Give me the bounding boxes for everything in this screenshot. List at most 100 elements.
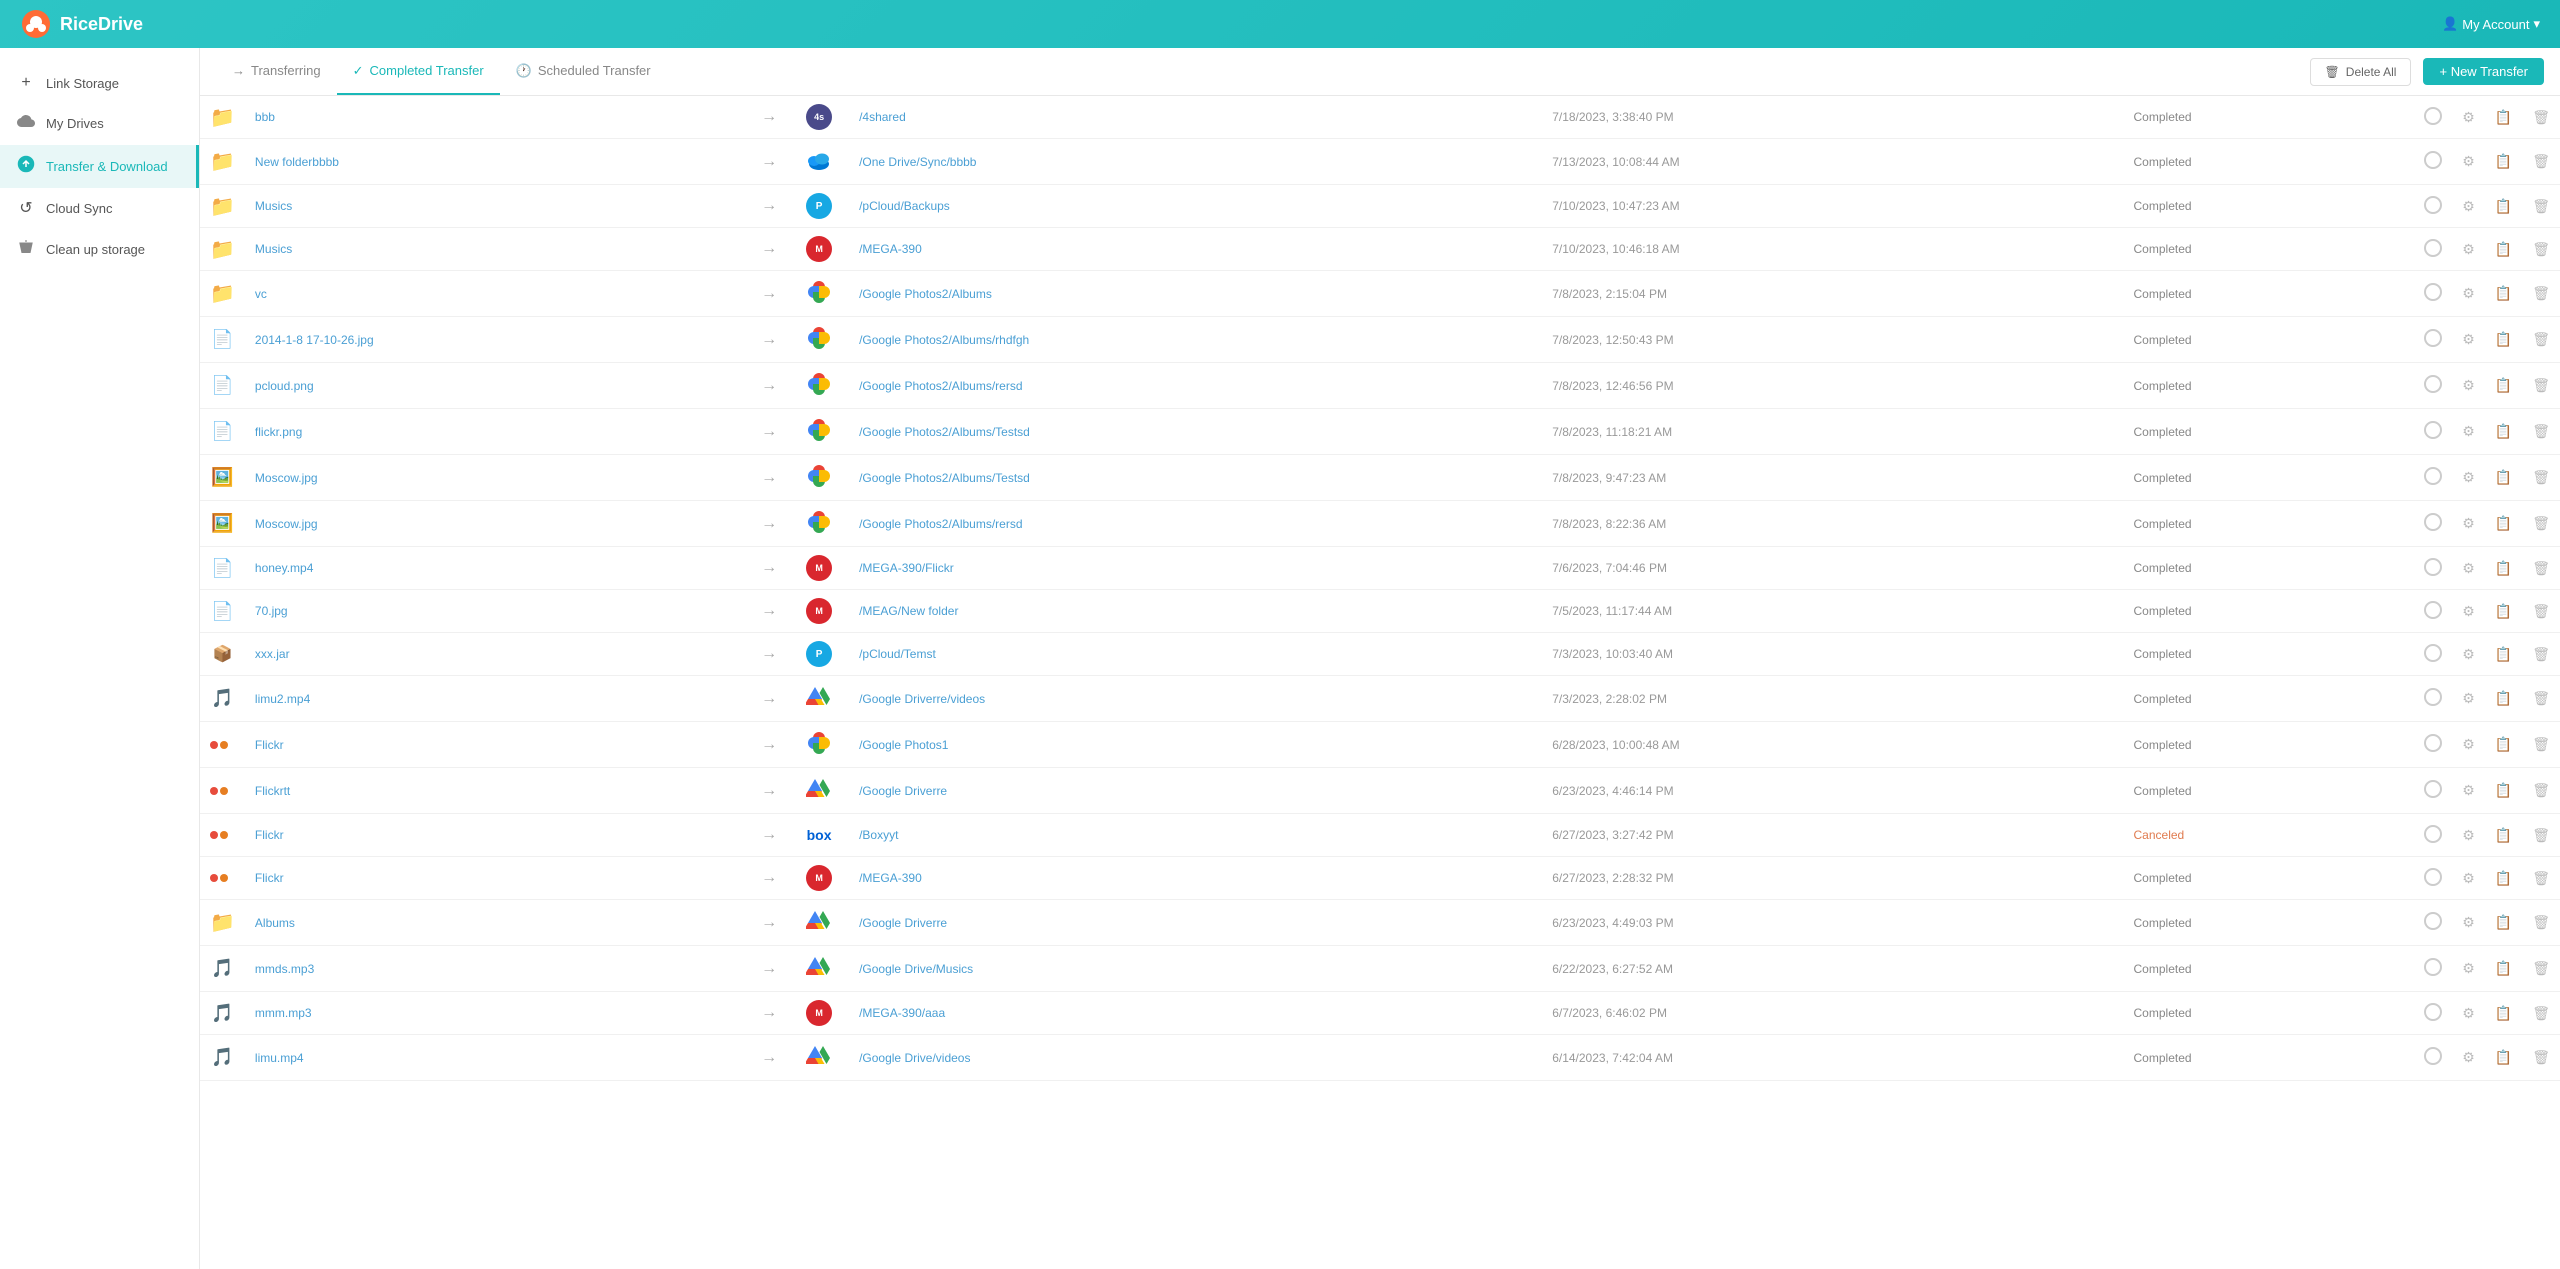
delete-button[interactable]: 🗑 (2522, 992, 2560, 1035)
settings-button[interactable]: ⚙ (2452, 590, 2485, 633)
delete-button[interactable]: 🗑 (2522, 317, 2560, 363)
refresh-button[interactable] (2414, 768, 2452, 814)
tab-completed-transfer[interactable]: ✓ Completed Transfer (337, 48, 500, 95)
report-button[interactable]: 📋 (2485, 946, 2522, 992)
report-button[interactable]: 📋 (2485, 96, 2522, 139)
refresh-button[interactable] (2414, 455, 2452, 501)
settings-button[interactable]: ⚙ (2452, 768, 2485, 814)
report-button[interactable]: 📋 (2485, 317, 2522, 363)
delete-button[interactable]: 🗑 (2522, 363, 2560, 409)
settings-button[interactable]: ⚙ (2452, 228, 2485, 271)
delete-button[interactable]: 🗑 (2522, 857, 2560, 900)
report-button[interactable]: 📋 (2485, 633, 2522, 676)
refresh-button[interactable] (2414, 185, 2452, 228)
tab-scheduled-transfer[interactable]: 🕐 Scheduled Transfer (500, 48, 667, 95)
refresh-button[interactable] (2414, 409, 2452, 455)
report-button[interactable]: 📋 (2485, 139, 2522, 185)
refresh-button[interactable] (2414, 547, 2452, 590)
file-name: Musics (255, 199, 292, 213)
settings-button[interactable]: ⚙ (2452, 1035, 2485, 1081)
delete-button[interactable]: 🗑 (2522, 228, 2560, 271)
tab-transferring[interactable]: → Transferring (216, 48, 337, 95)
refresh-button[interactable] (2414, 992, 2452, 1035)
sidebar-item-link-storage[interactable]: + Link Storage (0, 64, 199, 102)
delete-button[interactable]: 🗑 (2522, 409, 2560, 455)
report-button[interactable]: 📋 (2485, 185, 2522, 228)
settings-button[interactable]: ⚙ (2452, 814, 2485, 857)
sidebar-item-transfer-download[interactable]: Transfer & Download (0, 145, 199, 188)
settings-button[interactable]: ⚙ (2452, 900, 2485, 946)
refresh-button[interactable] (2414, 271, 2452, 317)
settings-button[interactable]: ⚙ (2452, 946, 2485, 992)
delete-button[interactable]: 🗑 (2522, 547, 2560, 590)
delete-button[interactable]: 🗑 (2522, 501, 2560, 547)
delete-all-button[interactable]: 🗑 Delete All (2310, 58, 2412, 86)
refresh-button[interactable] (2414, 722, 2452, 768)
report-button[interactable]: 📋 (2485, 676, 2522, 722)
settings-button[interactable]: ⚙ (2452, 676, 2485, 722)
delete-button[interactable]: 🗑 (2522, 271, 2560, 317)
settings-button[interactable]: ⚙ (2452, 317, 2485, 363)
settings-button[interactable]: ⚙ (2452, 139, 2485, 185)
new-transfer-button[interactable]: + New Transfer (2423, 58, 2544, 85)
sidebar-item-my-drives[interactable]: My Drives (0, 102, 199, 145)
delete-button[interactable]: 🗑 (2522, 814, 2560, 857)
refresh-button[interactable] (2414, 857, 2452, 900)
refresh-button[interactable] (2414, 501, 2452, 547)
settings-button[interactable]: ⚙ (2452, 857, 2485, 900)
refresh-button[interactable] (2414, 633, 2452, 676)
refresh-button[interactable] (2414, 363, 2452, 409)
settings-button[interactable]: ⚙ (2452, 185, 2485, 228)
delete-button[interactable]: 🗑 (2522, 946, 2560, 992)
refresh-button[interactable] (2414, 946, 2452, 992)
delete-button[interactable]: 🗑 (2522, 676, 2560, 722)
report-button[interactable]: 📋 (2485, 590, 2522, 633)
report-button[interactable]: 📋 (2485, 271, 2522, 317)
delete-button[interactable]: 🗑 (2522, 722, 2560, 768)
report-button[interactable]: 📋 (2485, 455, 2522, 501)
report-button[interactable]: 📋 (2485, 363, 2522, 409)
settings-button[interactable]: ⚙ (2452, 96, 2485, 139)
delete-button[interactable]: 🗑 (2522, 185, 2560, 228)
report-button[interactable]: 📋 (2485, 722, 2522, 768)
refresh-button[interactable] (2414, 1035, 2452, 1081)
refresh-button[interactable] (2414, 900, 2452, 946)
delete-button[interactable]: 🗑 (2522, 900, 2560, 946)
refresh-button[interactable] (2414, 228, 2452, 271)
settings-button[interactable]: ⚙ (2452, 722, 2485, 768)
report-button[interactable]: 📋 (2485, 992, 2522, 1035)
delete-button[interactable]: 🗑 (2522, 455, 2560, 501)
settings-button[interactable]: ⚙ (2452, 409, 2485, 455)
delete-button[interactable]: 🗑 (2522, 139, 2560, 185)
refresh-button[interactable] (2414, 676, 2452, 722)
report-button[interactable]: 📋 (2485, 814, 2522, 857)
report-button[interactable]: 📋 (2485, 900, 2522, 946)
refresh-button[interactable] (2414, 139, 2452, 185)
report-button[interactable]: 📋 (2485, 857, 2522, 900)
report-button[interactable]: 📋 (2485, 1035, 2522, 1081)
settings-button[interactable]: ⚙ (2452, 271, 2485, 317)
report-button[interactable]: 📋 (2485, 768, 2522, 814)
report-button[interactable]: 📋 (2485, 501, 2522, 547)
report-button[interactable]: 📋 (2485, 547, 2522, 590)
report-button[interactable]: 📋 (2485, 409, 2522, 455)
report-button[interactable]: 📋 (2485, 228, 2522, 271)
settings-button[interactable]: ⚙ (2452, 633, 2485, 676)
settings-button[interactable]: ⚙ (2452, 501, 2485, 547)
delete-button[interactable]: 🗑 (2522, 96, 2560, 139)
refresh-button[interactable] (2414, 590, 2452, 633)
delete-button[interactable]: 🗑 (2522, 768, 2560, 814)
settings-button[interactable]: ⚙ (2452, 363, 2485, 409)
settings-button[interactable]: ⚙ (2452, 455, 2485, 501)
account-menu[interactable]: 👤 My Account ▾ (2442, 16, 2540, 32)
refresh-button[interactable] (2414, 814, 2452, 857)
refresh-button[interactable] (2414, 96, 2452, 139)
settings-button[interactable]: ⚙ (2452, 547, 2485, 590)
delete-button[interactable]: 🗑 (2522, 633, 2560, 676)
sidebar-item-cloud-sync[interactable]: ↺ Cloud Sync (0, 188, 199, 228)
settings-button[interactable]: ⚙ (2452, 992, 2485, 1035)
sidebar-item-cleanup[interactable]: Clean up storage (0, 228, 199, 271)
delete-button[interactable]: 🗑 (2522, 590, 2560, 633)
delete-button[interactable]: 🗑 (2522, 1035, 2560, 1081)
refresh-button[interactable] (2414, 317, 2452, 363)
